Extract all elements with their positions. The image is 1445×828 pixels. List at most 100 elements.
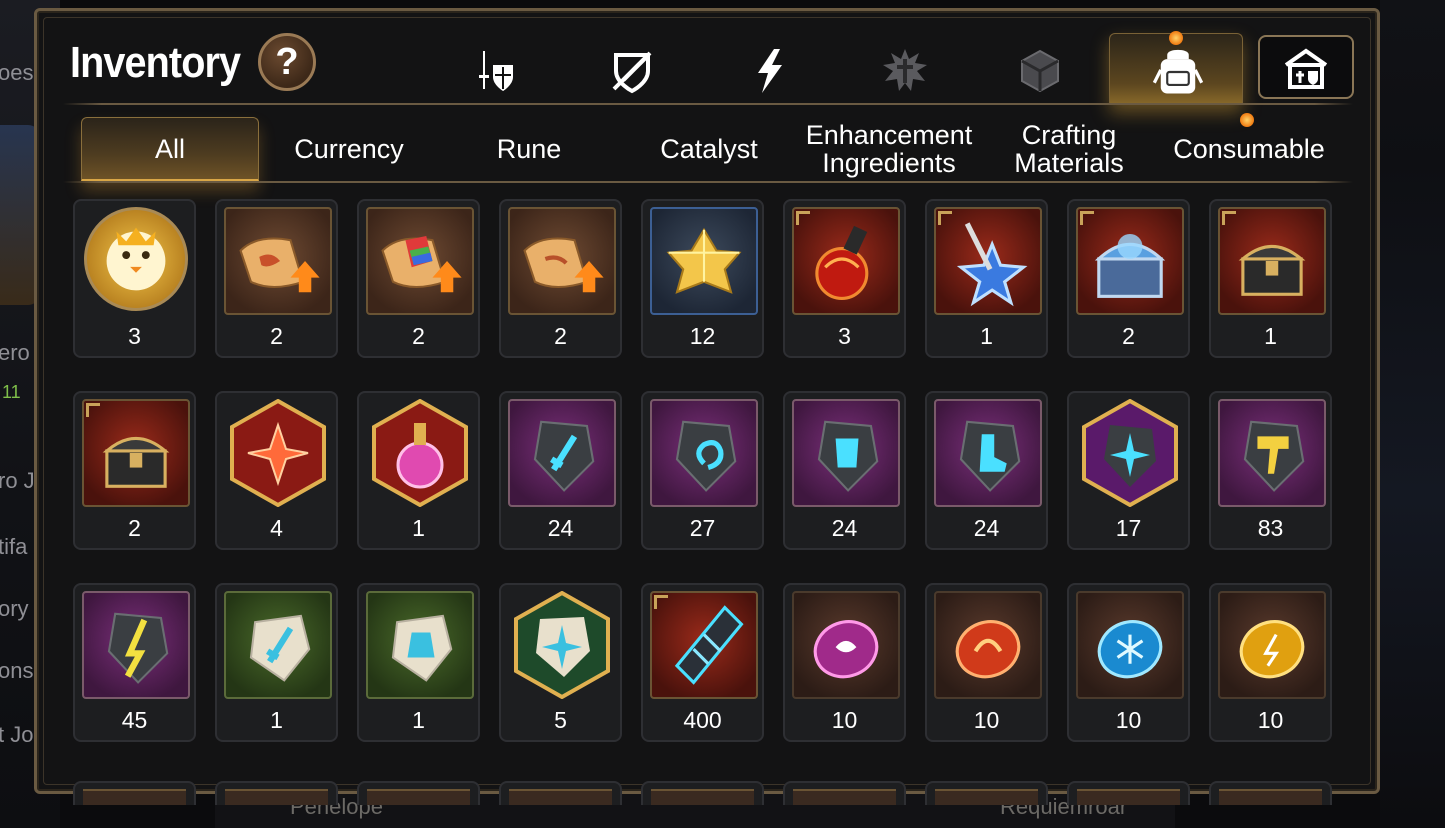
item-slot[interactable]: 24 bbox=[499, 391, 622, 550]
item-slot-partial[interactable] bbox=[925, 781, 1048, 805]
item-quantity: 1 bbox=[412, 515, 425, 541]
red-star-rune-icon bbox=[224, 399, 332, 507]
item-slot[interactable]: 2 bbox=[73, 391, 196, 550]
category-crafting-materials[interactable]: Crafting Materials bbox=[979, 117, 1159, 181]
fire-potion-icon bbox=[792, 207, 900, 315]
item-slot[interactable]: 2 bbox=[1067, 199, 1190, 358]
bg-text: ory bbox=[0, 596, 29, 621]
item-slot[interactable]: 1 bbox=[357, 391, 480, 550]
item-slot-partial[interactable] bbox=[215, 781, 338, 805]
gold-chest-icon bbox=[1218, 207, 1326, 315]
category-catalyst[interactable]: Catalyst bbox=[619, 117, 799, 181]
pink-potion-icon bbox=[366, 399, 474, 507]
item-slot[interactable]: 1 bbox=[1209, 199, 1332, 358]
hammer-rune-stone-icon bbox=[1218, 399, 1326, 507]
category-all[interactable]: All bbox=[81, 117, 259, 181]
item-slot[interactable]: 2 bbox=[215, 199, 338, 358]
item-quantity: 10 bbox=[973, 707, 1000, 733]
category-currency[interactable]: Currency bbox=[259, 117, 439, 181]
help-button[interactable]: ? bbox=[258, 33, 316, 91]
item-slot[interactable]: 4 bbox=[215, 391, 338, 550]
item-slot[interactable]: 24 bbox=[783, 391, 906, 550]
item-quantity: 2 bbox=[128, 515, 141, 541]
item-quantity: 1 bbox=[412, 707, 425, 733]
scroll-rainbow-upgrade-icon bbox=[366, 207, 474, 315]
item-quantity: 3 bbox=[128, 323, 141, 349]
item-quantity: 10 bbox=[1115, 707, 1142, 733]
gold-crystal-cluster-icon bbox=[650, 207, 758, 315]
item-quantity: 2 bbox=[412, 323, 425, 349]
category-divider bbox=[63, 181, 1353, 183]
item-quantity: 400 bbox=[683, 707, 722, 733]
notification-dot bbox=[1169, 31, 1183, 45]
item-quantity: 45 bbox=[121, 707, 148, 733]
item-quantity: 3 bbox=[838, 323, 851, 349]
tab-cube[interactable] bbox=[1010, 41, 1070, 101]
item-slot[interactable]: 10 bbox=[925, 583, 1048, 742]
gold-chest-icon bbox=[82, 399, 190, 507]
sword-pebble-icon bbox=[224, 591, 332, 699]
blue-gem-icon bbox=[1076, 591, 1184, 699]
item-slot[interactable]: 12 bbox=[641, 199, 764, 358]
item-slot-partial[interactable] bbox=[499, 781, 622, 805]
item-slot[interactable]: 1 bbox=[357, 583, 480, 742]
item-slot[interactable]: 3 bbox=[783, 199, 906, 358]
item-slot[interactable]: 83 bbox=[1209, 391, 1332, 550]
armor-rune-stone-icon bbox=[792, 399, 900, 507]
tab-lightning[interactable] bbox=[740, 41, 800, 101]
item-quantity: 24 bbox=[831, 515, 858, 541]
item-quantity: 1 bbox=[1264, 323, 1277, 349]
item-slot[interactable]: 1 bbox=[925, 199, 1048, 358]
item-quantity: 12 bbox=[689, 323, 716, 349]
item-slot-partial[interactable] bbox=[641, 781, 764, 805]
cube-icon bbox=[1021, 49, 1059, 93]
bolt-rune-stone-icon bbox=[82, 591, 190, 699]
item-slot-partial[interactable] bbox=[1209, 781, 1332, 805]
item-slot-partial[interactable] bbox=[1067, 781, 1190, 805]
item-slot[interactable]: 17 bbox=[1067, 391, 1190, 550]
item-slot-partial[interactable] bbox=[357, 781, 480, 805]
tab-storage-house[interactable] bbox=[1258, 35, 1354, 99]
item-slot[interactable]: 27 bbox=[641, 391, 764, 550]
item-quantity: 83 bbox=[1257, 515, 1284, 541]
item-quantity: 5 bbox=[554, 707, 567, 733]
item-quantity: 10 bbox=[1257, 707, 1284, 733]
bg-text: ro J bbox=[0, 468, 35, 493]
tab-broken-shield[interactable] bbox=[602, 41, 662, 101]
scroll-upgrade-icon bbox=[508, 207, 616, 315]
item-quantity: 24 bbox=[547, 515, 574, 541]
backpack-icon bbox=[1152, 49, 1204, 94]
item-quantity: 2 bbox=[1122, 323, 1135, 349]
item-slot[interactable]: 1 bbox=[215, 583, 338, 742]
item-slot[interactable]: 10 bbox=[783, 583, 906, 742]
item-slot-partial[interactable] bbox=[73, 781, 196, 805]
red-gem-icon bbox=[934, 591, 1042, 699]
page-title: Inventory bbox=[70, 38, 241, 87]
star-rune-stone-icon bbox=[1076, 399, 1184, 507]
item-slot[interactable]: 10 bbox=[1209, 583, 1332, 742]
bell-pebble-icon bbox=[366, 591, 474, 699]
item-slot[interactable]: 45 bbox=[73, 583, 196, 742]
tab-sword-shield[interactable] bbox=[465, 41, 525, 101]
item-slot[interactable]: 3 bbox=[73, 199, 196, 358]
item-slot-partial[interactable] bbox=[783, 781, 906, 805]
tab-splatter-cross[interactable] bbox=[875, 41, 935, 101]
storage-house-icon bbox=[1284, 48, 1328, 89]
item-slot[interactable]: 2 bbox=[357, 199, 480, 358]
blue-chest-icon bbox=[1076, 207, 1184, 315]
sword-rune-stone-icon bbox=[508, 399, 616, 507]
item-slot[interactable]: 24 bbox=[925, 391, 1048, 550]
item-slot[interactable]: 2 bbox=[499, 199, 622, 358]
item-slot[interactable]: 400 bbox=[641, 583, 764, 742]
item-quantity: 24 bbox=[973, 515, 1000, 541]
item-quantity: 2 bbox=[554, 323, 567, 349]
item-quantity: 4 bbox=[270, 515, 283, 541]
item-quantity: 17 bbox=[1115, 515, 1142, 541]
item-slot[interactable]: 10 bbox=[1067, 583, 1190, 742]
item-slot[interactable]: 5 bbox=[499, 583, 622, 742]
bg-text: oes bbox=[0, 60, 34, 85]
category-rune[interactable]: Rune bbox=[439, 117, 619, 181]
category-enhancement-ingredients[interactable]: Enhancement Ingredients bbox=[799, 117, 979, 181]
spiral-rune-stone-icon bbox=[650, 399, 758, 507]
item-quantity: 2 bbox=[270, 323, 283, 349]
